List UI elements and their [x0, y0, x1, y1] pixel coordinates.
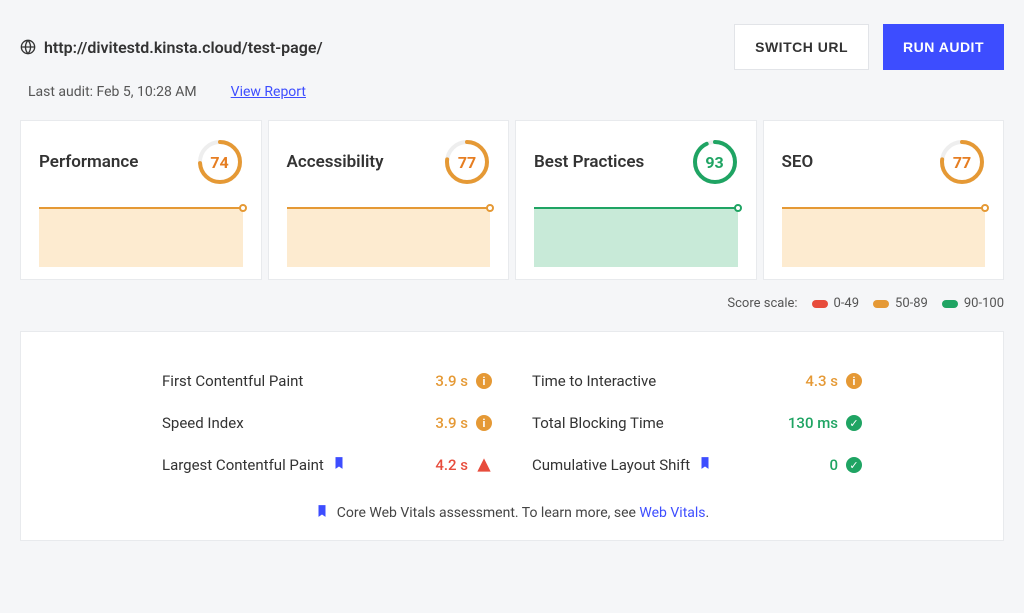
globe-icon	[20, 39, 36, 55]
card-header: SEO 77	[782, 139, 986, 185]
run-audit-button[interactable]: RUN AUDIT	[883, 24, 1004, 70]
bookmark-icon	[332, 456, 346, 474]
score-trend-chart	[287, 207, 491, 267]
score-trend-chart	[39, 207, 243, 267]
metric-row: Cumulative Layout Shift 0 ✓	[532, 444, 862, 486]
url-block: http://divitestd.kinsta.cloud/test-page/	[20, 38, 323, 57]
score-label: Performance	[39, 152, 138, 172]
score-gauge: 77	[939, 139, 985, 185]
scale-orange-label: 50-89	[895, 296, 928, 311]
metric-name: Largest Contentful Paint	[162, 456, 346, 474]
metrics-grid: First Contentful Paint 3.9 s i Time to I…	[162, 360, 862, 486]
scale-red: 0-49	[812, 296, 860, 311]
fail-icon	[476, 457, 492, 473]
web-vitals-link[interactable]: Web Vitals	[639, 505, 705, 521]
score-trend-chart	[782, 207, 986, 267]
metric-row: Time to Interactive 4.3 s i	[532, 360, 862, 402]
metric-value: 130 ms ✓	[788, 414, 862, 432]
score-label: Accessibility	[287, 152, 384, 172]
metric-name: Total Blocking Time	[532, 414, 664, 432]
score-label: Best Practices	[534, 152, 644, 172]
metric-name: Cumulative Layout Shift	[532, 456, 712, 474]
metric-row: First Contentful Paint 3.9 s i	[162, 360, 492, 402]
score-cards-row: Performance 74 Accessibility 77	[20, 120, 1004, 280]
metric-name: Time to Interactive	[532, 372, 656, 390]
trend-dot-icon	[486, 204, 494, 212]
view-report-link[interactable]: View Report	[231, 84, 306, 100]
score-gauge: 74	[197, 139, 243, 185]
score-value: 77	[939, 139, 985, 185]
bookmark-icon	[315, 504, 329, 522]
score-value: 74	[197, 139, 243, 185]
pill-green-icon	[942, 300, 958, 308]
score-card-performance: Performance 74	[20, 120, 262, 280]
check-icon: ✓	[846, 457, 862, 473]
score-value: 77	[444, 139, 490, 185]
bookmark-icon	[698, 456, 712, 474]
trend-dot-icon	[981, 204, 989, 212]
card-header: Accessibility 77	[287, 139, 491, 185]
pill-orange-icon	[873, 300, 889, 308]
score-card-accessibility: Accessibility 77	[268, 120, 510, 280]
header-row: http://divitestd.kinsta.cloud/test-page/…	[20, 24, 1004, 70]
score-label: SEO	[782, 152, 814, 172]
metrics-panel: First Contentful Paint 3.9 s i Time to I…	[20, 331, 1004, 541]
scale-orange: 50-89	[873, 296, 928, 311]
metric-value: 4.2 s	[435, 456, 492, 474]
warn-icon: i	[846, 373, 862, 389]
score-scale-label: Score scale:	[727, 296, 797, 311]
score-scale: Score scale: 0-49 50-89 90-100	[20, 296, 1004, 311]
metric-value: 0 ✓	[829, 456, 862, 474]
score-card-best-practices: Best Practices 93	[515, 120, 757, 280]
metric-name: First Contentful Paint	[162, 372, 303, 390]
metric-row: Speed Index 3.9 s i	[162, 402, 492, 444]
score-trend-chart	[534, 207, 738, 267]
card-header: Performance 74	[39, 139, 243, 185]
metric-row: Total Blocking Time 130 ms ✓	[532, 402, 862, 444]
score-gauge: 93	[692, 139, 738, 185]
warn-icon: i	[476, 415, 492, 431]
switch-url-button[interactable]: SWITCH URL	[734, 24, 869, 70]
metric-value: 3.9 s i	[435, 414, 492, 432]
header-buttons: SWITCH URL RUN AUDIT	[734, 24, 1004, 70]
footer-text: Core Web Vitals assessment. To learn mor…	[337, 505, 709, 521]
trend-dot-icon	[734, 204, 742, 212]
metric-value: 4.3 s i	[805, 372, 862, 390]
scale-red-label: 0-49	[834, 296, 860, 311]
scale-green-label: 90-100	[964, 296, 1004, 311]
warn-icon: i	[476, 373, 492, 389]
footer-prefix: Core Web Vitals assessment. To learn mor…	[337, 505, 640, 521]
sub-header: Last audit: Feb 5, 10:28 AM View Report	[20, 84, 1004, 100]
score-value: 93	[692, 139, 738, 185]
footer-suffix: .	[706, 505, 710, 521]
trend-dot-icon	[239, 204, 247, 212]
metric-row: Largest Contentful Paint 4.2 s	[162, 444, 492, 486]
pill-red-icon	[812, 300, 828, 308]
last-audit-timestamp: Last audit: Feb 5, 10:28 AM	[28, 84, 197, 100]
score-card-seo: SEO 77	[763, 120, 1005, 280]
metric-value: 3.9 s i	[435, 372, 492, 390]
core-web-vitals-note: Core Web Vitals assessment. To learn mor…	[61, 504, 963, 522]
audit-url: http://divitestd.kinsta.cloud/test-page/	[44, 38, 323, 57]
metric-name: Speed Index	[162, 414, 244, 432]
card-header: Best Practices 93	[534, 139, 738, 185]
scale-green: 90-100	[942, 296, 1004, 311]
check-icon: ✓	[846, 415, 862, 431]
score-gauge: 77	[444, 139, 490, 185]
